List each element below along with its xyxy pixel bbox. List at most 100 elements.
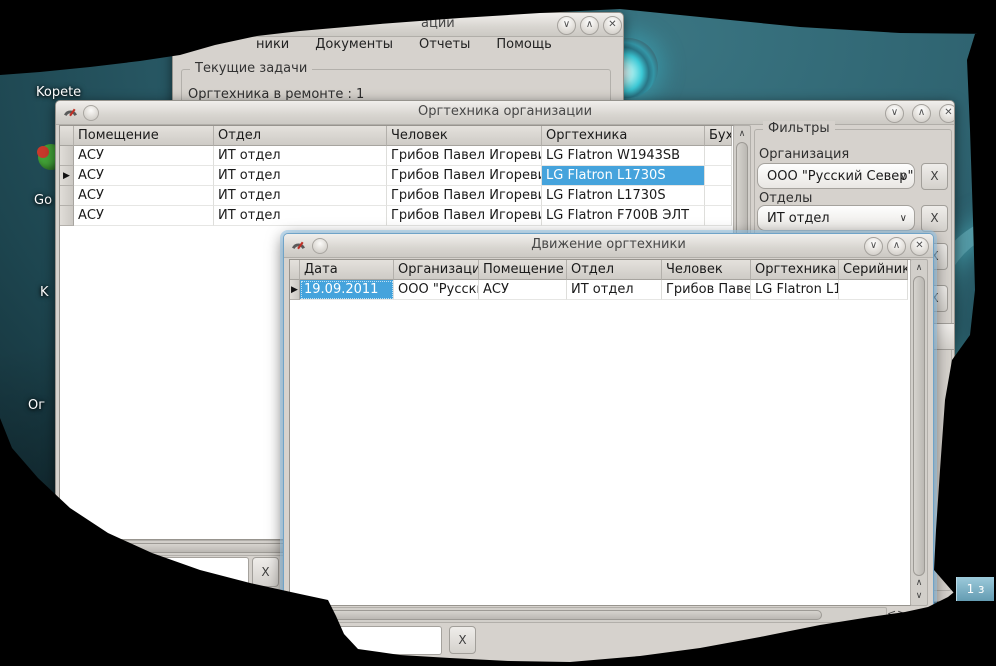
table-cell[interactable]: АСУ — [74, 166, 214, 186]
minimize-button[interactable]: ∨ — [864, 237, 883, 256]
scroll-up-icon[interactable]: ∧ — [911, 577, 927, 589]
table-cell[interactable]: ИТ отдел — [214, 206, 387, 226]
scroll-left-icon[interactable]: < — [887, 606, 896, 621]
minimize-button[interactable]: ∨ — [557, 16, 576, 35]
table-row[interactable]: АСУИТ отделГрибов Павел ИгоревичLG Flatr… — [60, 146, 734, 166]
equipment-search-input[interactable] — [63, 557, 249, 588]
menu-item[interactable]: Помощь — [496, 37, 551, 52]
row-selector[interactable]: ▶ — [60, 166, 74, 186]
column-header[interactable]: Отдел — [214, 126, 387, 146]
table-cell[interactable]: Грибов Павел И — [662, 280, 751, 300]
column-header[interactable]: Оргтехника — [751, 260, 839, 280]
table-row[interactable]: ▶19.09.2011ООО "РусскийАСУИТ отделГрибов… — [290, 280, 910, 300]
column-header[interactable]: Человек — [387, 126, 542, 146]
column-header[interactable]: Помещение — [479, 260, 567, 280]
scroll-up-icon[interactable]: ∧ — [734, 128, 750, 140]
desktop-icon-org[interactable]: Ог — [28, 398, 45, 413]
row-selector[interactable] — [60, 206, 74, 226]
chevron-down-icon: ∨ — [900, 206, 907, 231]
department-value: ИТ отдел — [767, 211, 830, 226]
close-button[interactable]: ✕ — [939, 104, 955, 123]
table-cell[interactable]: Грибов Павел Игоревич — [387, 206, 542, 226]
movement-table[interactable]: ДатаОрганизацияПомещениеОтделЧеловекОргт… — [289, 259, 911, 606]
row-selector-header — [60, 126, 74, 146]
table-cell[interactable] — [705, 166, 732, 186]
column-header[interactable]: Оргтехника — [542, 126, 705, 146]
table-cell[interactable]: LG Flatron W1943SB — [542, 146, 705, 166]
desktop-icon-k[interactable]: K — [40, 285, 49, 300]
movement-search-input[interactable] — [298, 626, 442, 655]
scroll-right-icon[interactable]: > — [897, 606, 906, 621]
clear-department-button[interactable]: X — [921, 205, 948, 232]
table-cell[interactable] — [705, 146, 732, 166]
maximize-button[interactable]: ∧ — [580, 16, 599, 35]
organization-label: Организация — [759, 147, 849, 162]
screen: Kopete Go K Ог ации ∨ ∧ ✕ ники Документы О… — [0, 0, 996, 666]
minimize-button[interactable]: ∨ — [885, 104, 904, 123]
desktop-icon-go[interactable]: Go — [34, 193, 52, 208]
table-cell[interactable]: ИТ отдел — [214, 166, 387, 186]
column-header[interactable]: Помещение — [74, 126, 214, 146]
column-header[interactable]: Организация — [394, 260, 479, 280]
table-cell[interactable]: LG Flatron L1730S — [542, 186, 705, 206]
hscroll-thumb[interactable] — [292, 610, 822, 620]
vscroll-thumb[interactable] — [913, 276, 925, 576]
organization-combobox[interactable]: ООО "Русский Север" ∨ — [757, 163, 915, 189]
table-cell[interactable] — [705, 186, 732, 206]
department-combobox[interactable]: ИТ отдел ∨ — [757, 205, 915, 231]
equipment-window-title: Оргтехника организации — [56, 104, 954, 119]
table-cell[interactable]: ООО "Русский — [394, 280, 479, 300]
row-selector[interactable] — [60, 146, 74, 166]
table-row[interactable]: ▶АСУИТ отделГрибов Павел ИгоревичLG Flat… — [60, 166, 734, 186]
desktop-icon-kopete[interactable]: Kopete — [36, 85, 81, 100]
table-row[interactable]: АСУИТ отделГрибов Павел ИгоревичLG Flatr… — [60, 206, 734, 226]
table-header-row: ДатаОрганизацияПомещениеОтделЧеловекОргт… — [290, 260, 910, 280]
movement-search-clear-button[interactable]: X — [449, 626, 476, 654]
close-button[interactable]: ✕ — [910, 237, 929, 256]
table-cell[interactable]: ИТ отдел — [214, 146, 387, 166]
table-cell[interactable]: LG Flatron F700B ЭЛТ — [542, 206, 705, 226]
movement-table-hscrollbar[interactable] — [289, 607, 887, 623]
column-header[interactable]: БухУ — [705, 126, 732, 146]
taskbar-fragment[interactable]: 1 з — [956, 577, 994, 601]
table-cell[interactable]: АСУ — [74, 206, 214, 226]
table-cell[interactable] — [705, 206, 732, 226]
main-titlebar[interactable]: ации ∨ ∧ ✕ — [173, 13, 623, 37]
clear-organization-button[interactable]: X — [921, 163, 948, 190]
menu-item[interactable]: ники — [256, 37, 289, 52]
maximize-button[interactable]: ∧ — [887, 237, 906, 256]
chevron-down-icon: ∨ — [900, 164, 907, 189]
table-cell[interactable]: LG Flatron L1730S — [542, 166, 705, 186]
column-header[interactable]: Серийник — [839, 260, 908, 280]
column-header[interactable]: Отдел — [567, 260, 662, 280]
table-cell[interactable]: 19.09.2011 — [300, 280, 394, 300]
table-cell[interactable]: АСУ — [479, 280, 567, 300]
table-cell[interactable]: Грибов Павел Игоревич — [387, 186, 542, 206]
table-cell[interactable]: Грибов Павел Игоревич — [387, 146, 542, 166]
movement-table-vscrollbar[interactable]: ∧ ∧ ∨ — [910, 259, 928, 606]
table-row[interactable]: АСУИТ отделГрибов Павел ИгоревичLG Flatr… — [60, 186, 734, 206]
movement-window-title: Движение оргтехники — [284, 237, 933, 252]
column-header[interactable]: Человек — [662, 260, 751, 280]
filters-title: Фильтры — [763, 121, 835, 136]
table-cell[interactable]: Грибов Павел Игоревич — [387, 166, 542, 186]
scroll-down-icon[interactable]: ∨ — [911, 590, 927, 602]
table-cell[interactable] — [839, 280, 908, 300]
movement-window: Движение оргтехники ∨ ∧ ✕ ДатаОрганизаци… — [283, 233, 934, 665]
menu-item[interactable]: Отчеты — [419, 37, 470, 52]
maximize-button[interactable]: ∧ — [912, 104, 931, 123]
table-cell[interactable]: ИТ отдел — [214, 186, 387, 206]
menu-item[interactable]: Документы — [315, 37, 393, 52]
movement-titlebar[interactable]: Движение оргтехники ∨ ∧ ✕ — [284, 234, 933, 258]
row-selector[interactable]: ▶ — [290, 280, 300, 300]
column-header[interactable]: Дата — [300, 260, 394, 280]
scroll-up-icon[interactable]: ∧ — [911, 262, 927, 274]
table-cell[interactable]: АСУ — [74, 186, 214, 206]
table-cell[interactable]: LG Flatron L173 — [751, 280, 839, 300]
table-header-row: ПомещениеОтделЧеловекОргтехникаБухУ — [60, 126, 734, 146]
table-cell[interactable]: ИТ отдел — [567, 280, 662, 300]
row-selector[interactable] — [60, 186, 74, 206]
equipment-search-clear-button[interactable]: X — [252, 557, 279, 587]
close-button[interactable]: ✕ — [603, 16, 622, 35]
table-cell[interactable]: АСУ — [74, 146, 214, 166]
